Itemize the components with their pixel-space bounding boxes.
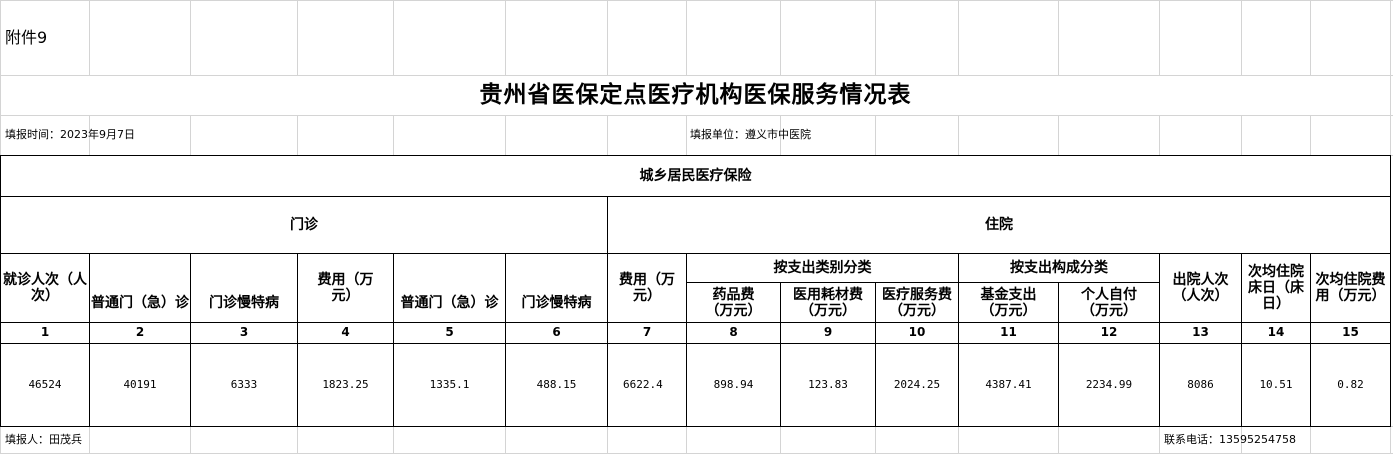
value-drug: 898.94 bbox=[687, 344, 780, 426]
col-number: 15 bbox=[1311, 323, 1390, 343]
value-discharges: 8086 bbox=[1160, 344, 1241, 426]
col-header-service: 医疗服务费（万元） bbox=[876, 284, 958, 322]
col-number: 3 bbox=[191, 323, 297, 343]
col-header-inpatient-cost: 费用（万元） bbox=[608, 254, 686, 322]
contact-phone: 联系电话：13595254758 bbox=[1164, 432, 1296, 446]
fill-date: 填报时间：2023年9月7日 bbox=[5, 128, 135, 142]
group-header-by-category: 按支出类别分类 bbox=[687, 254, 958, 282]
value-avg-cost: 0.82 bbox=[1311, 344, 1390, 426]
col-header-chronic-count: 门诊慢特病 bbox=[191, 284, 297, 322]
value-chronic-count: 6333 bbox=[191, 344, 297, 426]
col-header-avg-bed-days: 次均住院床日（床日） bbox=[1242, 254, 1310, 322]
col-header-visits: 就诊人次（人次） bbox=[1, 254, 89, 322]
col-header-drug: 药品费（万元） bbox=[687, 284, 780, 322]
value-consumable: 123.83 bbox=[781, 344, 875, 426]
col-number: 12 bbox=[1059, 323, 1159, 343]
col-number: 5 bbox=[394, 323, 505, 343]
value-regular-cost: 1335.1 bbox=[394, 344, 505, 426]
value-self-pay: 2234.99 bbox=[1059, 344, 1159, 426]
col-header-chronic-cost: 门诊慢特病 bbox=[506, 284, 607, 322]
value-chronic-cost: 488.15 bbox=[506, 344, 607, 426]
value-service: 2024.25 bbox=[876, 344, 958, 426]
col-number: 10 bbox=[876, 323, 958, 343]
col-header-avg-cost: 次均住院费用（万元） bbox=[1311, 254, 1390, 322]
col-header-self-pay: 个人自付（万元） bbox=[1059, 284, 1159, 322]
col-number: 4 bbox=[298, 323, 393, 343]
attachment-label: 附件9 bbox=[5, 27, 48, 47]
fill-unit: 填报单位：遵义市中医院 bbox=[690, 128, 811, 142]
value-avg-bed-days: 10.51 bbox=[1242, 344, 1310, 426]
col-number: 13 bbox=[1160, 323, 1241, 343]
group-header-by-composition: 按支出构成分类 bbox=[959, 254, 1159, 282]
value-visits: 46524 bbox=[1, 344, 89, 426]
col-number: 2 bbox=[90, 323, 190, 343]
inpatient-header: 住院 bbox=[608, 197, 1390, 253]
section-title: 城乡居民医疗保险 bbox=[1, 156, 1390, 196]
outpatient-header: 门诊 bbox=[1, 197, 607, 253]
col-number: 9 bbox=[781, 323, 875, 343]
value-outpatient-cost: 1823.25 bbox=[298, 344, 393, 426]
col-number: 6 bbox=[506, 323, 607, 343]
filler: 填报人：田茂兵 bbox=[5, 432, 82, 446]
col-header-regular-cost: 普通门（急）诊 bbox=[394, 284, 505, 322]
spreadsheet: 附件9 贵州省医保定点医疗机构医保服务情况表 填报时间：2023年9月7日 填报… bbox=[0, 0, 1393, 454]
col-header-regular-count: 普通门（急）诊 bbox=[90, 284, 190, 322]
col-number: 1 bbox=[1, 323, 89, 343]
col-number: 14 bbox=[1242, 323, 1310, 343]
value-fund: 4387.41 bbox=[959, 344, 1058, 426]
col-header-outpatient-cost: 费用（万元） bbox=[298, 254, 393, 322]
col-header-fund: 基金支出（万元） bbox=[959, 284, 1058, 322]
col-header-consumable: 医用耗材费（万元） bbox=[781, 284, 875, 322]
value-regular-count: 40191 bbox=[90, 344, 190, 426]
col-number: 7 bbox=[608, 323, 686, 343]
col-number: 8 bbox=[687, 323, 780, 343]
col-number: 11 bbox=[959, 323, 1058, 343]
col-header-discharges: 出院人次（人次） bbox=[1160, 254, 1241, 322]
value-inpatient-cost: 6622.4 bbox=[608, 344, 686, 426]
page-title: 贵州省医保定点医疗机构医保服务情况表 bbox=[1, 76, 1390, 115]
